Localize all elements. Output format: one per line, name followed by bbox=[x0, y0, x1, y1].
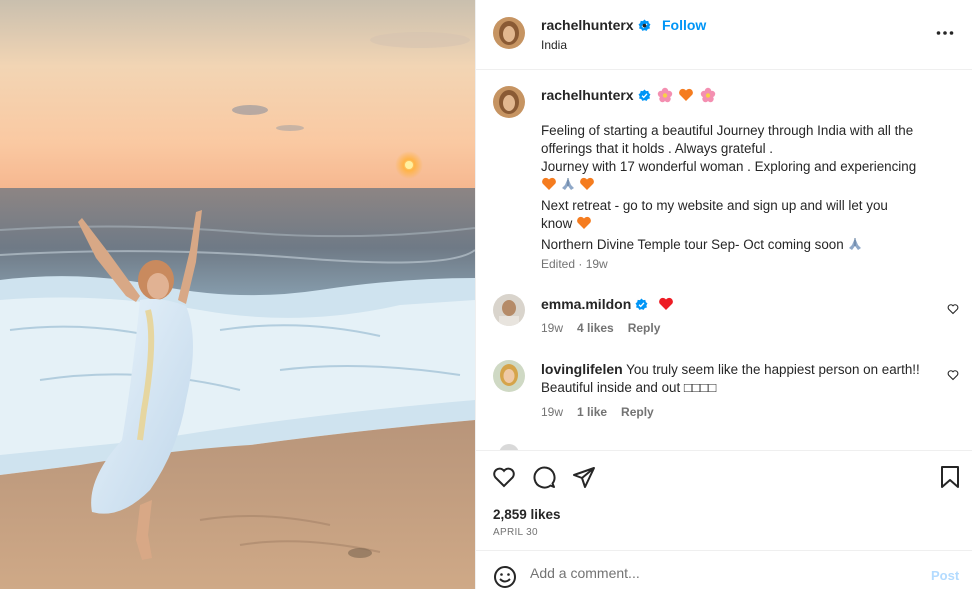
orange-heart-emoji-icon bbox=[679, 88, 694, 101]
post-location[interactable]: India bbox=[541, 38, 567, 52]
edited-label: Edited bbox=[541, 257, 576, 271]
author-username[interactable]: rachelhunterx bbox=[541, 17, 651, 35]
caption-emoji-line bbox=[541, 176, 951, 197]
comment-time[interactable]: 19w bbox=[541, 405, 563, 419]
bookmark-icon[interactable] bbox=[938, 465, 962, 492]
post-photo[interactable] bbox=[0, 0, 475, 589]
caption-line-with-emoji: know bbox=[541, 215, 951, 236]
orange-heart-emoji-icon bbox=[576, 215, 592, 236]
comment-text: Beautiful inside and out □□□□ bbox=[541, 380, 717, 395]
post-side-panel: rachelhunterx • Follow India rachelhunte… bbox=[475, 0, 972, 589]
add-comment-bar: Post bbox=[476, 550, 972, 589]
comment-meta: 19w 4 likes Reply bbox=[541, 321, 660, 335]
caption-line: offerings that it holds . Always gratefu… bbox=[541, 141, 773, 156]
caption-line: Feeling of starting a beautiful Journey … bbox=[541, 123, 914, 138]
likes-count[interactable]: 2,859 likes bbox=[493, 507, 561, 522]
comment-avatar[interactable] bbox=[493, 360, 525, 392]
follow-button[interactable]: Follow bbox=[662, 17, 706, 33]
more-options-icon[interactable] bbox=[936, 24, 954, 45]
post-comment-button[interactable]: Post bbox=[931, 568, 959, 583]
emoji-smile-icon[interactable] bbox=[493, 565, 517, 589]
comment-time[interactable]: 19w bbox=[541, 321, 563, 335]
praying-hands-emoji-icon bbox=[560, 176, 576, 197]
praying-hands-emoji-icon bbox=[847, 236, 863, 257]
post-dialog: rachelhunterx • Follow India rachelhunte… bbox=[0, 0, 972, 589]
comment-text: You truly seem like the happiest person … bbox=[626, 362, 920, 377]
separator-dot: • bbox=[642, 17, 647, 33]
comment-likes[interactable]: 4 likes bbox=[577, 321, 614, 335]
caption-line: know bbox=[541, 216, 573, 231]
caption-meta: Edited · 19w bbox=[541, 257, 608, 271]
orange-heart-emoji-icon bbox=[579, 176, 595, 197]
comment-input[interactable] bbox=[530, 563, 910, 583]
comment-username[interactable]: lovinglifelen bbox=[541, 361, 623, 377]
post-actions: 2,859 likes APRIL 30 bbox=[476, 450, 972, 550]
reply-button[interactable]: Reply bbox=[628, 321, 661, 335]
comment-body: lovinglifelen You truly seem like the ha… bbox=[541, 360, 936, 397]
flower-emoji-icon bbox=[657, 87, 672, 103]
reply-button[interactable]: Reply bbox=[621, 405, 654, 419]
comment-avatar[interactable] bbox=[493, 294, 525, 326]
post-date[interactable]: APRIL 30 bbox=[493, 527, 538, 538]
verified-badge-icon bbox=[635, 298, 648, 314]
heart-icon[interactable] bbox=[492, 465, 516, 492]
comment-icon[interactable] bbox=[532, 465, 556, 492]
verified-badge-icon bbox=[638, 89, 651, 105]
author-avatar[interactable] bbox=[493, 17, 525, 49]
post-header: rachelhunterx • Follow India bbox=[476, 0, 972, 70]
caption-line: Northern Divine Temple tour Sep- Oct com… bbox=[541, 237, 844, 252]
caption-username[interactable]: rachelhunterx bbox=[541, 87, 718, 106]
caption-time[interactable]: 19w bbox=[586, 257, 608, 271]
caption-username-text[interactable]: rachelhunterx bbox=[541, 87, 634, 103]
author-username-text[interactable]: rachelhunterx bbox=[541, 17, 634, 33]
comment-username[interactable]: emma.mildon bbox=[541, 296, 676, 315]
heart-icon[interactable] bbox=[947, 369, 959, 384]
heart-icon[interactable] bbox=[947, 303, 959, 318]
send-icon[interactable] bbox=[572, 465, 596, 492]
comment-likes[interactable]: 1 like bbox=[577, 405, 607, 419]
flower-emoji-icon bbox=[701, 87, 716, 103]
caption-author-avatar[interactable] bbox=[493, 86, 525, 118]
comment-meta: 19w 1 like Reply bbox=[541, 405, 654, 419]
caption-line: Journey with 17 wonderful woman . Explor… bbox=[541, 159, 917, 174]
orange-heart-emoji-icon bbox=[541, 176, 557, 197]
caption-line: Next retreat - go to my website and sign… bbox=[541, 198, 888, 213]
caption-line-with-emoji: Northern Divine Temple tour Sep- Oct com… bbox=[541, 236, 951, 257]
comment-username-text[interactable]: emma.mildon bbox=[541, 296, 631, 312]
comments-scroll-area[interactable]: rachelhunterx Feeling of starting a beau… bbox=[476, 70, 972, 450]
red-heart-emoji-icon bbox=[658, 296, 676, 315]
caption-text: Feeling of starting a beautiful Journey … bbox=[541, 122, 951, 257]
caption-emoji-row bbox=[657, 87, 719, 106]
